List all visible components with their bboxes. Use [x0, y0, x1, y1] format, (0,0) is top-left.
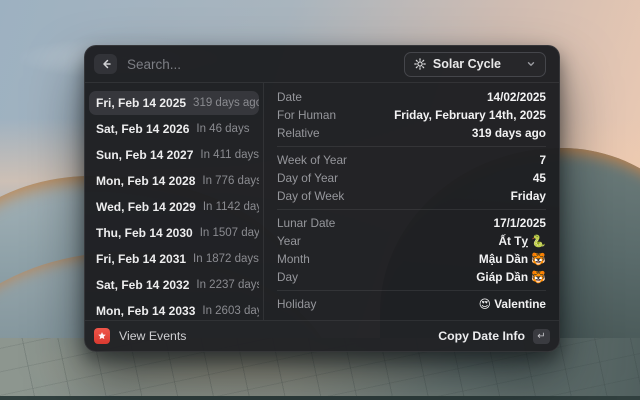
detail-row: Year Ất Tỵ 🐍	[277, 232, 546, 250]
detail-label: Day	[277, 270, 298, 284]
list-item-subtitle: In 411 days	[200, 149, 259, 161]
search-header: Solar Cycle	[85, 46, 559, 82]
wallpaper-ground-edge	[0, 396, 640, 400]
detail-value: Friday, February 14th, 2025	[394, 108, 546, 122]
copy-date-info-button[interactable]: Copy Date Info ↵	[438, 329, 550, 344]
detail-value: 319 days ago	[472, 126, 546, 140]
list-item-subtitle: 319 days ago	[193, 97, 259, 109]
list-item-subtitle: In 46 days	[196, 123, 249, 135]
list-item-subtitle: In 2603 days	[202, 305, 259, 317]
detail-label: Year	[277, 234, 301, 248]
detail-label: Lunar Date	[277, 216, 335, 230]
date-detail-panel: Date 14/02/2025 For Human Friday, Februa…	[264, 83, 559, 320]
detail-value: 7	[539, 153, 546, 167]
list-item[interactable]: Fri, Feb 14 2031 In 1872 days	[89, 247, 259, 271]
detail-row: Date 14/02/2025	[277, 88, 546, 106]
view-events-button[interactable]: View Events	[94, 328, 438, 344]
detail-label: Month	[277, 252, 310, 266]
detail-label: Relative	[277, 126, 320, 140]
chevron-down-icon	[526, 59, 536, 69]
view-events-label: View Events	[119, 329, 186, 343]
list-item[interactable]: Thu, Feb 14 2030 In 1507 days	[89, 221, 259, 245]
detail-row: Holiday 😍 Valentine	[277, 295, 546, 313]
list-item-title: Sun, Feb 14 2027	[96, 148, 193, 162]
list-item-subtitle: In 1507 days	[200, 227, 259, 239]
list-item[interactable]: Fri, Feb 14 2025 319 days ago	[89, 91, 259, 115]
section-divider	[277, 290, 546, 291]
detail-row: Day Giáp Dần 🐯	[277, 268, 546, 286]
list-item-title: Fri, Feb 14 2025	[96, 96, 186, 110]
detail-row: Week of Year 7	[277, 151, 546, 169]
detail-label: Day of Year	[277, 171, 338, 185]
detail-value: Giáp Dần 🐯	[476, 270, 546, 284]
copy-date-info-label: Copy Date Info	[438, 329, 525, 343]
detail-value: Mậu Dần 🐯	[479, 252, 546, 266]
detail-row: Month Mậu Dần 🐯	[277, 250, 546, 268]
mode-dropdown-label: Solar Cycle	[433, 57, 501, 71]
detail-value: Friday	[511, 189, 546, 203]
list-item-title: Sat, Feb 14 2026	[96, 122, 189, 136]
search-input[interactable]	[127, 57, 404, 72]
date-result-list: Fri, Feb 14 2025 319 days ago Sat, Feb 1…	[85, 83, 264, 320]
return-key-icon: ↵	[533, 329, 550, 344]
list-item[interactable]: Sun, Feb 14 2027 In 411 days	[89, 143, 259, 167]
section-divider	[277, 209, 546, 210]
sun-icon	[414, 58, 426, 70]
detail-label: Day of Week	[277, 189, 344, 203]
list-item-subtitle: In 1142 days	[203, 201, 259, 213]
detail-row: For Human Friday, February 14th, 2025	[277, 106, 546, 124]
list-item[interactable]: Sat, Feb 14 2032 In 2237 days	[89, 273, 259, 297]
detail-row: Day of Year 45	[277, 169, 546, 187]
detail-value: Ất Tỵ 🐍	[499, 234, 546, 248]
arrow-left-icon	[100, 58, 112, 70]
detail-row: Relative 319 days ago	[277, 124, 546, 142]
list-item-title: Thu, Feb 14 2030	[96, 226, 193, 240]
action-bar: View Events Copy Date Info ↵	[85, 321, 559, 351]
main-area: Fri, Feb 14 2025 319 days ago Sat, Feb 1…	[85, 83, 559, 320]
detail-value: 17/1/2025	[494, 216, 546, 230]
list-item-title: Sat, Feb 14 2032	[96, 278, 189, 292]
detail-label: Date	[277, 90, 302, 104]
list-item-title: Wed, Feb 14 2029	[96, 200, 196, 214]
list-item-subtitle: In 776 days	[202, 175, 259, 187]
list-item[interactable]: Wed, Feb 14 2029 In 1142 days	[89, 195, 259, 219]
list-item[interactable]: Sat, Feb 14 2026 In 46 days	[89, 117, 259, 141]
list-item-title: Mon, Feb 14 2033	[96, 304, 195, 318]
red-star-app-icon	[94, 328, 110, 344]
list-item-subtitle: In 2237 days	[196, 279, 259, 291]
launcher-window: Solar Cycle Fri, Feb 14 2025 319 days ag…	[84, 45, 560, 352]
detail-label: For Human	[277, 108, 336, 122]
mode-dropdown[interactable]: Solar Cycle	[404, 52, 546, 77]
detail-row: Lunar Date 17/1/2025	[277, 214, 546, 232]
section-divider	[277, 146, 546, 147]
detail-value: 14/02/2025	[487, 90, 546, 104]
list-item-title: Mon, Feb 14 2028	[96, 174, 195, 188]
list-item[interactable]: Mon, Feb 14 2028 In 776 days	[89, 169, 259, 193]
list-item-subtitle: In 1872 days	[193, 253, 259, 265]
desktop: Solar Cycle Fri, Feb 14 2025 319 days ag…	[0, 0, 640, 400]
back-button[interactable]	[94, 54, 117, 74]
list-item-title: Fri, Feb 14 2031	[96, 252, 186, 266]
detail-label: Week of Year	[277, 153, 347, 167]
detail-value: 45	[533, 171, 546, 185]
detail-row: Day of Week Friday	[277, 187, 546, 205]
detail-value: 😍 Valentine	[479, 297, 546, 311]
detail-label: Holiday	[277, 297, 316, 311]
